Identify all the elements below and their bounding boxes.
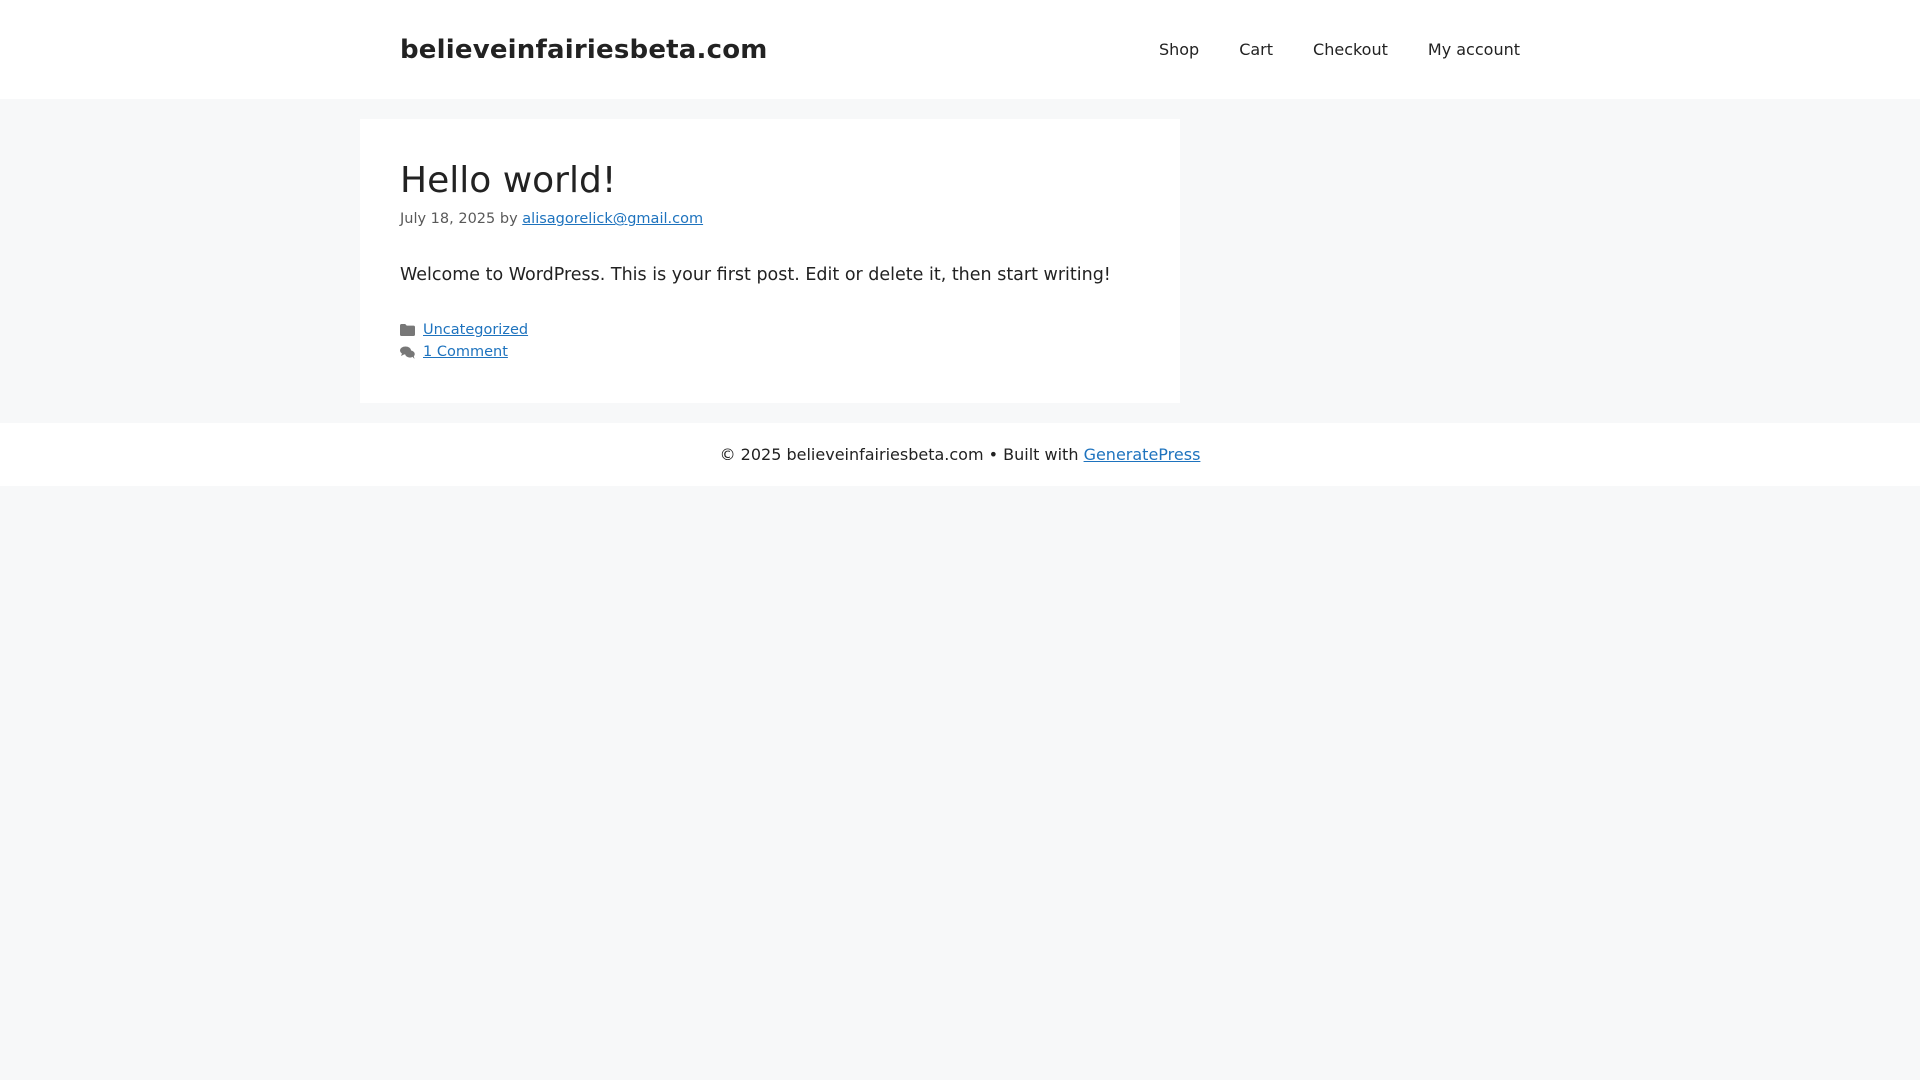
post-author-link[interactable]: alisagorelick@gmail.com	[522, 211, 703, 227]
post-footer: Uncategorized 1 Comment	[400, 319, 1140, 363]
header-inner: believeinfairiesbeta.com Shop Cart Check…	[360, 0, 1560, 99]
main-navigation: Shop Cart Checkout My account	[1139, 0, 1540, 99]
nav-item-shop[interactable]: Shop	[1139, 0, 1219, 99]
nav-item-cart[interactable]: Cart	[1219, 0, 1293, 99]
copyright-text: © 2025 believeinfairiesbeta.com • Built …	[719, 445, 1079, 465]
post-article: Hello world! July 18, 2025 by alisagorel…	[360, 119, 1180, 404]
comments-link[interactable]: 1 Comment	[423, 344, 508, 360]
nav-item-checkout[interactable]: Checkout	[1293, 0, 1408, 99]
post-title: Hello world!	[400, 160, 617, 201]
post-content: Welcome to WordPress. This is your first…	[400, 261, 1140, 289]
generatepress-link[interactable]: GeneratePress	[1084, 445, 1201, 464]
site-header: believeinfairiesbeta.com Shop Cart Check…	[0, 0, 1920, 99]
post-meta: July 18, 2025 by alisagorelick@gmail.com	[400, 211, 1140, 227]
folder-icon	[400, 323, 415, 337]
category-row: Uncategorized	[400, 319, 1140, 341]
site-title-link[interactable]: believeinfairiesbeta.com	[400, 35, 768, 65]
category-link[interactable]: Uncategorized	[423, 322, 528, 338]
site-info: © 2025 believeinfairiesbeta.com • Built …	[720, 445, 1201, 464]
post-content-paragraph: Welcome to WordPress. This is your first…	[400, 265, 1111, 286]
post-by: by	[499, 211, 518, 228]
post-date: July 18, 2025	[400, 211, 496, 228]
comments-row: 1 Comment	[400, 341, 1140, 363]
nav-item-my-account[interactable]: My account	[1408, 0, 1540, 99]
site-footer: © 2025 believeinfairiesbeta.com • Built …	[0, 423, 1920, 487]
comments-icon	[400, 345, 415, 359]
content-area: Hello world! July 18, 2025 by alisagorel…	[360, 99, 1560, 423]
